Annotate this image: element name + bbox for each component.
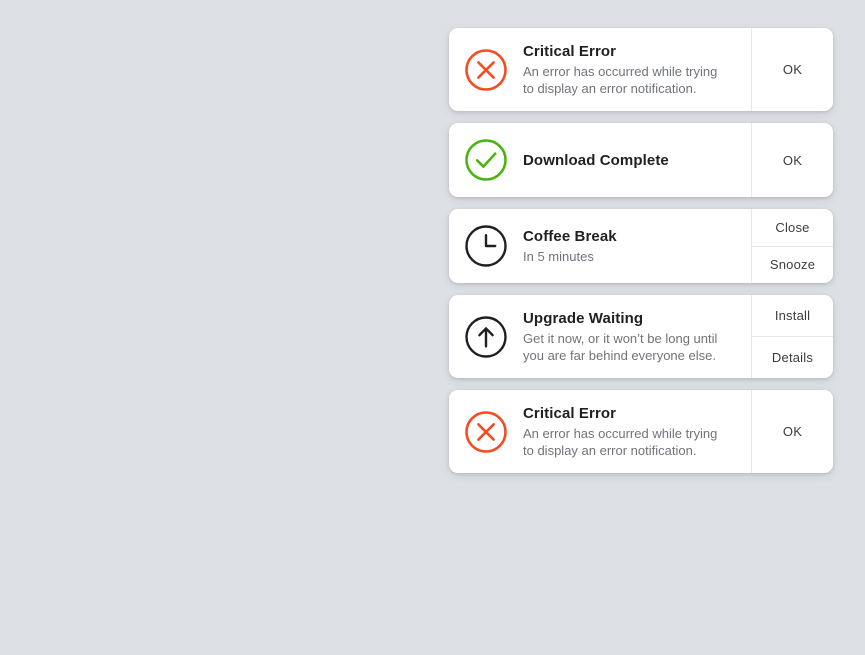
close-button[interactable]: Close bbox=[752, 209, 833, 246]
notification-text: Upgrade Waiting Get it now, or it won’t b… bbox=[523, 309, 741, 364]
notification-message: In 5 minutes bbox=[523, 249, 594, 264]
ok-button[interactable]: OK bbox=[752, 390, 833, 473]
install-button[interactable]: Install bbox=[752, 295, 833, 336]
upgrade-arrow-up-circle-icon bbox=[463, 314, 509, 360]
ok-button[interactable]: OK bbox=[752, 123, 833, 197]
notification-actions: OK bbox=[751, 123, 833, 197]
notification-card: Upgrade Waiting Get it now, or it won’t b… bbox=[449, 295, 833, 378]
notification-actions: Install Details bbox=[751, 295, 833, 378]
notification-actions: Close Snooze bbox=[751, 209, 833, 283]
notification-title: Critical Error bbox=[523, 43, 617, 60]
notification-actions: OK bbox=[751, 28, 833, 111]
notification-card: Critical Error An error has occurred whil… bbox=[449, 28, 833, 111]
notification-actions: OK bbox=[751, 390, 833, 473]
notification-stack: Critical Error An error has occurred whil… bbox=[449, 28, 833, 473]
notification-text: Critical Error An error has occurred whil… bbox=[523, 42, 741, 97]
notification-content: Coffee Break In 5 minutes bbox=[449, 209, 751, 283]
notification-text: Download Complete bbox=[523, 151, 741, 170]
clock-icon bbox=[463, 223, 509, 269]
notification-title: Download Complete bbox=[523, 151, 669, 169]
success-circle-check-icon bbox=[463, 137, 509, 183]
notification-title: Coffee Break bbox=[523, 228, 617, 245]
notification-card: Critical Error An error has occurred whil… bbox=[449, 390, 833, 473]
notification-message: Get it now, or it won’t be long until yo… bbox=[523, 331, 718, 363]
notification-title: Critical Error bbox=[523, 405, 617, 422]
notification-text: Coffee Break In 5 minutes bbox=[523, 227, 741, 265]
ok-button[interactable]: OK bbox=[752, 28, 833, 111]
notification-text: Critical Error An error has occurred whil… bbox=[523, 404, 741, 459]
error-circle-x-icon bbox=[463, 409, 509, 455]
notification-content: Download Complete bbox=[449, 123, 751, 197]
notification-title: Upgrade Waiting bbox=[523, 310, 644, 327]
notification-card: Coffee Break In 5 minutes Close Snooze bbox=[449, 209, 833, 283]
notification-message: An error has occurred while trying to di… bbox=[523, 426, 718, 458]
notification-content: Upgrade Waiting Get it now, or it won’t b… bbox=[449, 295, 751, 378]
notification-content: Critical Error An error has occurred whil… bbox=[449, 28, 751, 111]
notification-message: An error has occurred while trying to di… bbox=[523, 64, 718, 96]
snooze-button[interactable]: Snooze bbox=[752, 245, 833, 283]
notification-card: Download Complete OK bbox=[449, 123, 833, 197]
notification-content: Critical Error An error has occurred whil… bbox=[449, 390, 751, 473]
details-button[interactable]: Details bbox=[752, 336, 833, 378]
error-circle-x-icon bbox=[463, 47, 509, 93]
